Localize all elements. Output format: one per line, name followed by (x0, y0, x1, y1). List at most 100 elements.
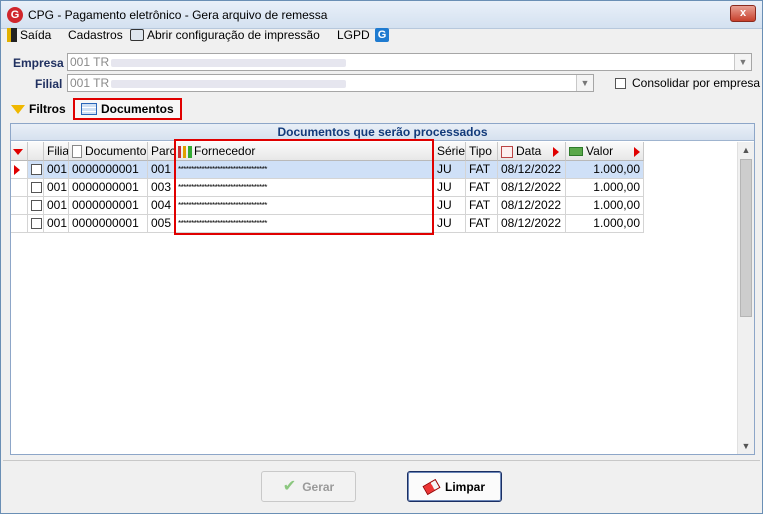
row-checkbox[interactable] (31, 182, 42, 193)
column-fornecedor-label: Fornecedor (194, 144, 256, 158)
column-header-filial[interactable]: Filial (44, 142, 69, 161)
menu-help[interactable]: G (375, 28, 389, 42)
cell-valor: 1.000,00 (566, 215, 644, 233)
cell-parcela: 004 (148, 197, 175, 215)
cell-parcela: 005 (148, 215, 175, 233)
column-documento-label: Documento (85, 144, 147, 158)
table-row[interactable]: 001 0000000001 003 ************************… (11, 179, 644, 197)
cell-documento: 0000000001 (69, 161, 148, 179)
row-checkbox[interactable] (31, 164, 42, 175)
grid-menu-indicator[interactable] (11, 142, 28, 161)
sort-arrow-icon (552, 146, 559, 157)
column-header-data[interactable]: Data (498, 142, 566, 161)
chevron-down-icon[interactable]: ▼ (734, 54, 751, 70)
empresa-value: 001 TR (70, 55, 110, 69)
row-checkbox-cell[interactable] (28, 197, 44, 215)
cell-parcela: 003 (148, 179, 175, 197)
consolidar-label: Consolidar por empresa (632, 76, 761, 90)
eraser-icon (422, 478, 441, 495)
cell-tipo: FAT (466, 179, 498, 197)
filial-label: Filial (35, 77, 63, 91)
cell-serie: JU (434, 215, 466, 233)
menu-saida[interactable]: Saída (7, 28, 51, 42)
cell-fornecedor: ********************************** (175, 161, 434, 179)
column-header-valor[interactable]: Valor (566, 142, 644, 161)
cell-filial: 001 (44, 215, 69, 233)
column-valor-label: Valor (586, 144, 614, 158)
supplier-icon (178, 145, 192, 158)
consolidar-option[interactable]: Consolidar por empresa (615, 76, 760, 90)
filial-select[interactable]: 001 TR ▼ (67, 74, 594, 92)
grid-title: Documentos que serão processados (11, 124, 754, 141)
cell-valor: 1.000,00 (566, 197, 644, 215)
app-logo-icon: G (7, 7, 23, 23)
column-header-serie[interactable]: Série (434, 142, 466, 161)
cell-data: 08/12/2022 (498, 179, 566, 197)
filial-value: 001 TR (70, 76, 110, 90)
title-bar: G CPG - Pagamento eletrônico - Gera arqu… (1, 1, 762, 29)
column-header-tipo[interactable]: Tipo (466, 142, 498, 161)
cell-valor: 1.000,00 (566, 161, 644, 179)
limpar-button[interactable]: Limpar (407, 471, 502, 502)
cell-serie: JU (434, 179, 466, 197)
divider (3, 460, 760, 461)
filter-funnel-icon (11, 104, 25, 114)
cell-fornecedor: ********************************** (175, 197, 434, 215)
row-indicator (11, 161, 28, 179)
exit-door-icon (7, 28, 17, 42)
cell-tipo: FAT (466, 197, 498, 215)
row-indicator (11, 179, 28, 197)
cell-fornecedor: ********************************** (175, 179, 434, 197)
scroll-up-icon[interactable]: ▲ (738, 142, 754, 158)
tab-documentos-label: Documentos (101, 102, 174, 116)
column-header-parcela[interactable]: Parc (148, 142, 175, 161)
menu-cadastros-label: Cadastros (68, 28, 123, 42)
menu-saida-label: Saída (20, 28, 52, 42)
cell-tipo: FAT (466, 215, 498, 233)
money-icon (569, 147, 583, 157)
scroll-down-icon[interactable]: ▼ (738, 438, 754, 454)
tab-documentos[interactable]: Documentos (73, 98, 182, 120)
row-checkbox-cell[interactable] (28, 161, 44, 179)
document-icon (72, 145, 82, 159)
redacted-text (111, 58, 347, 67)
cell-serie: JU (434, 197, 466, 215)
column-header-documento[interactable]: Documento (69, 142, 148, 161)
cell-parcela: 001 (148, 161, 175, 179)
printer-icon (130, 29, 144, 41)
row-checkbox[interactable] (31, 218, 42, 229)
row-checkbox-cell[interactable] (28, 215, 44, 233)
cell-data: 08/12/2022 (498, 197, 566, 215)
table-row[interactable]: 001 0000000001 005 ************************… (11, 215, 644, 233)
consolidar-checkbox[interactable] (615, 77, 626, 89)
table-row[interactable]: 001 0000000001 004 ************************… (11, 197, 644, 215)
chevron-down-icon[interactable]: ▼ (576, 75, 593, 91)
menu-cadastros[interactable]: Cadastros (68, 28, 123, 42)
row-indicator (11, 197, 28, 215)
column-header-fornecedor[interactable]: Fornecedor (175, 142, 434, 161)
menu-abrir-configuracao-impressao[interactable]: Abrir configuração de impressão (130, 28, 320, 42)
cell-fornecedor: ********************************** (175, 215, 434, 233)
close-window-button[interactable]: x (730, 5, 756, 22)
cell-data: 08/12/2022 (498, 215, 566, 233)
triangle-down-icon (13, 148, 23, 155)
cell-data: 08/12/2022 (498, 161, 566, 179)
brand-g-icon: G (375, 28, 389, 42)
row-checkbox[interactable] (31, 200, 42, 211)
row-checkbox-cell[interactable] (28, 179, 44, 197)
gerar-button[interactable]: ✔ Gerar (261, 471, 356, 502)
vertical-scrollbar[interactable]: ▲ ▼ (737, 142, 754, 454)
limpar-label: Limpar (444, 479, 485, 494)
tab-filtros[interactable]: Filtros (11, 98, 66, 120)
current-row-icon (14, 164, 20, 175)
empresa-select[interactable]: 001 TR ▼ (67, 53, 752, 71)
cell-valor: 1.000,00 (566, 179, 644, 197)
menu-lgpd[interactable]: LGPD (337, 28, 370, 42)
scroll-thumb[interactable] (740, 159, 752, 317)
cell-documento: 0000000001 (69, 197, 148, 215)
table-row[interactable]: 001 0000000001 001 ************************… (11, 161, 644, 179)
row-indicator (11, 215, 28, 233)
column-data-label: Data (516, 144, 542, 158)
gerar-label: Gerar (302, 479, 335, 494)
column-header-check[interactable] (28, 142, 44, 161)
